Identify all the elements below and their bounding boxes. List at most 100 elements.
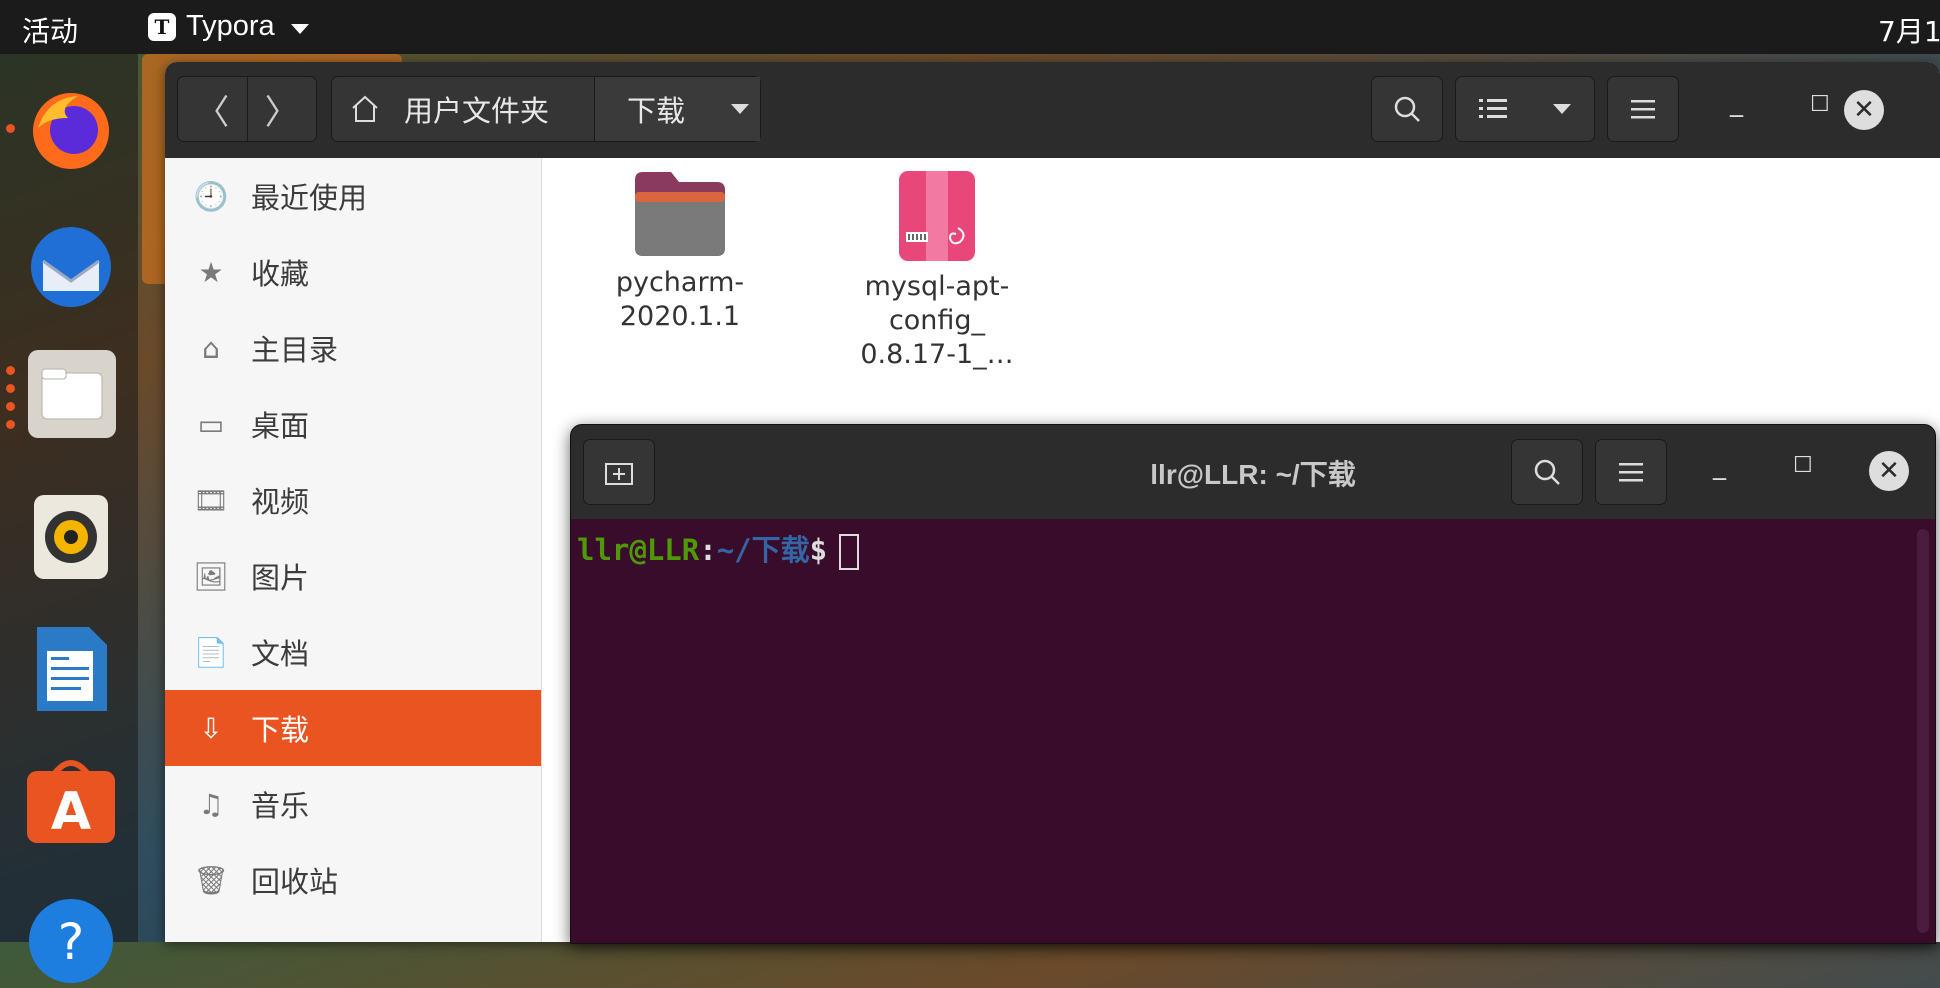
terminal-output[interactable]: llr@LLR:~/下载$ bbox=[571, 519, 1935, 943]
close-button[interactable]: ✕ bbox=[1869, 451, 1909, 491]
hamburger-icon bbox=[1631, 100, 1655, 119]
forward-button[interactable]: 〉 bbox=[246, 77, 317, 141]
prompt-colon: : bbox=[699, 533, 717, 567]
terminal-title: llr@LLR: ~/下载 bbox=[1150, 459, 1356, 490]
terminal-search-button[interactable] bbox=[1511, 439, 1583, 505]
clock-icon: 🕘 bbox=[193, 179, 229, 213]
search-icon bbox=[1534, 459, 1560, 485]
view-options[interactable] bbox=[1455, 76, 1595, 142]
file-item-pycharm[interactable]: pycharm- 2020.1.1 bbox=[580, 170, 780, 334]
breadcrumb-current[interactable]: 下载 bbox=[594, 77, 760, 141]
running-indicator bbox=[6, 124, 15, 133]
app-menu[interactable]: T Typora bbox=[148, 10, 309, 43]
svg-text:A: A bbox=[51, 782, 91, 842]
files-icon[interactable] bbox=[28, 350, 116, 438]
download-icon: ⇩ bbox=[199, 711, 223, 745]
sidebar-item-label: 文档 bbox=[251, 637, 310, 671]
file-name-line: 2020.1.1 bbox=[619, 301, 741, 332]
search-button[interactable] bbox=[1371, 76, 1443, 142]
search-icon bbox=[1394, 96, 1420, 122]
sidebar-item-videos[interactable]: 🎞 视频 bbox=[165, 462, 541, 538]
rhythmbox-icon[interactable] bbox=[24, 490, 118, 584]
sidebar-item-label: 回收站 bbox=[251, 865, 339, 899]
music-icon: ♫ bbox=[198, 787, 224, 821]
sidebar-item-pictures[interactable]: 🖼 图片 bbox=[165, 538, 541, 614]
deb-package-icon bbox=[898, 170, 976, 262]
picture-icon: 🖼 bbox=[193, 559, 229, 593]
terminal-menu-button[interactable] bbox=[1595, 439, 1667, 505]
typora-icon: T bbox=[148, 12, 176, 41]
file-name-line: mysql-apt- bbox=[864, 271, 1010, 302]
sidebar-item-label: 收藏 bbox=[251, 257, 310, 291]
home-icon: ⌂ bbox=[202, 331, 220, 365]
sidebar-item-desktop[interactable]: ▭ 桌面 bbox=[165, 386, 541, 462]
folder-icon bbox=[633, 170, 727, 258]
scrollbar[interactable] bbox=[1917, 529, 1929, 933]
sidebar-item-recent[interactable]: 🕘 最近使用 bbox=[165, 158, 541, 234]
navigation-buttons: 〈 〉 bbox=[177, 76, 317, 142]
file-manager-headerbar: 〈 〉 用户文件夹 下载 _ ☐ ✕ bbox=[165, 62, 1940, 158]
maximize-button[interactable]: ☐ bbox=[1793, 453, 1813, 478]
activities-button[interactable]: 活动 bbox=[22, 10, 78, 50]
thunderbird-icon[interactable] bbox=[24, 220, 118, 314]
help-icon[interactable]: ? bbox=[24, 894, 118, 988]
sidebar-item-downloads[interactable]: ⇩ 下载 bbox=[165, 690, 541, 766]
minimize-button[interactable]: _ bbox=[1730, 88, 1743, 118]
file-name-line: pycharm- bbox=[615, 267, 745, 298]
running-indicator bbox=[6, 384, 15, 393]
document-icon: 📄 bbox=[193, 635, 229, 669]
file-item-mysql-apt-config[interactable]: mysql-apt- config_ 0.8.17-1_… bbox=[837, 170, 1037, 372]
dock: A ? bbox=[0, 54, 138, 983]
svg-text:?: ? bbox=[58, 913, 85, 971]
back-button[interactable]: 〈 bbox=[178, 77, 247, 141]
hamburger-icon bbox=[1619, 463, 1643, 482]
places-sidebar: 🕘 最近使用 ★ 收藏 ⌂ 主目录 ▭ 桌面 🎞 视频 🖼 图片 📄 文档 ⇩ 下载 ♫ 音乐 🗑… bbox=[165, 158, 542, 942]
sidebar-item-music[interactable]: ♫ 音乐 bbox=[165, 766, 541, 842]
chevron-down-icon bbox=[731, 104, 750, 114]
minimize-button[interactable]: _ bbox=[1713, 451, 1726, 481]
text-cursor bbox=[839, 534, 860, 570]
breadcrumb-home[interactable]: 用户文件夹 bbox=[332, 77, 594, 141]
menu-button[interactable] bbox=[1607, 76, 1679, 142]
sidebar-item-label: 主目录 bbox=[251, 333, 339, 367]
file-name-line: config_ bbox=[888, 305, 986, 336]
maximize-button[interactable]: ☐ bbox=[1810, 92, 1830, 117]
sidebar-item-label: 音乐 bbox=[251, 789, 310, 823]
sidebar-item-home[interactable]: ⌂ 主目录 bbox=[165, 310, 541, 386]
chevron-down-icon bbox=[1553, 104, 1571, 114]
terminal-headerbar: llr@LLR: ~/下载 _ ☐ ✕ bbox=[571, 425, 1935, 519]
star-icon: ★ bbox=[198, 255, 224, 289]
list-view-icon bbox=[1479, 99, 1507, 118]
top-bar: 活动 T Typora 7月1 bbox=[0, 0, 1940, 54]
desktop-icon: ▭ bbox=[197, 407, 225, 441]
breadcrumb-home-label: 用户文件夹 bbox=[404, 94, 550, 128]
terminal-window: llr@LLR: ~/下载 _ ☐ ✕ llr@LLR:~/下载$ bbox=[570, 424, 1936, 944]
file-name-line: 0.8.17-1_… bbox=[860, 339, 1014, 370]
firefox-icon[interactable] bbox=[24, 84, 118, 178]
close-button[interactable]: ✕ bbox=[1844, 90, 1884, 130]
sidebar-item-label: 最近使用 bbox=[251, 181, 368, 215]
libreoffice-writer-icon[interactable] bbox=[24, 622, 118, 716]
chevron-down-icon bbox=[290, 23, 309, 34]
prompt-path: ~/下载 bbox=[716, 533, 810, 567]
breadcrumb-current-label: 下载 bbox=[627, 94, 686, 128]
breadcrumb: 用户文件夹 下载 bbox=[331, 76, 761, 142]
sidebar-item-label: 桌面 bbox=[251, 409, 310, 443]
prompt-dollar: $ bbox=[809, 533, 828, 567]
sidebar-item-label: 下载 bbox=[251, 713, 310, 747]
running-indicator bbox=[6, 402, 15, 411]
sidebar-item-starred[interactable]: ★ 收藏 bbox=[165, 234, 541, 310]
sidebar-item-label: 视频 bbox=[251, 485, 310, 519]
trash-icon: 🗑 bbox=[193, 863, 229, 897]
running-indicator bbox=[6, 420, 15, 429]
sidebar-item-trash[interactable]: 🗑 回收站 bbox=[165, 842, 541, 918]
app-name: Typora bbox=[186, 10, 275, 42]
running-indicator bbox=[6, 366, 15, 375]
home-icon bbox=[352, 95, 378, 122]
clock[interactable]: 7月1 bbox=[1878, 10, 1940, 50]
film-icon: 🎞 bbox=[193, 483, 229, 517]
sidebar-item-label: 图片 bbox=[251, 561, 310, 595]
app-center-icon[interactable]: A bbox=[24, 754, 118, 848]
prompt-user: llr@LLR bbox=[577, 533, 700, 567]
sidebar-item-documents[interactable]: 📄 文档 bbox=[165, 614, 541, 690]
